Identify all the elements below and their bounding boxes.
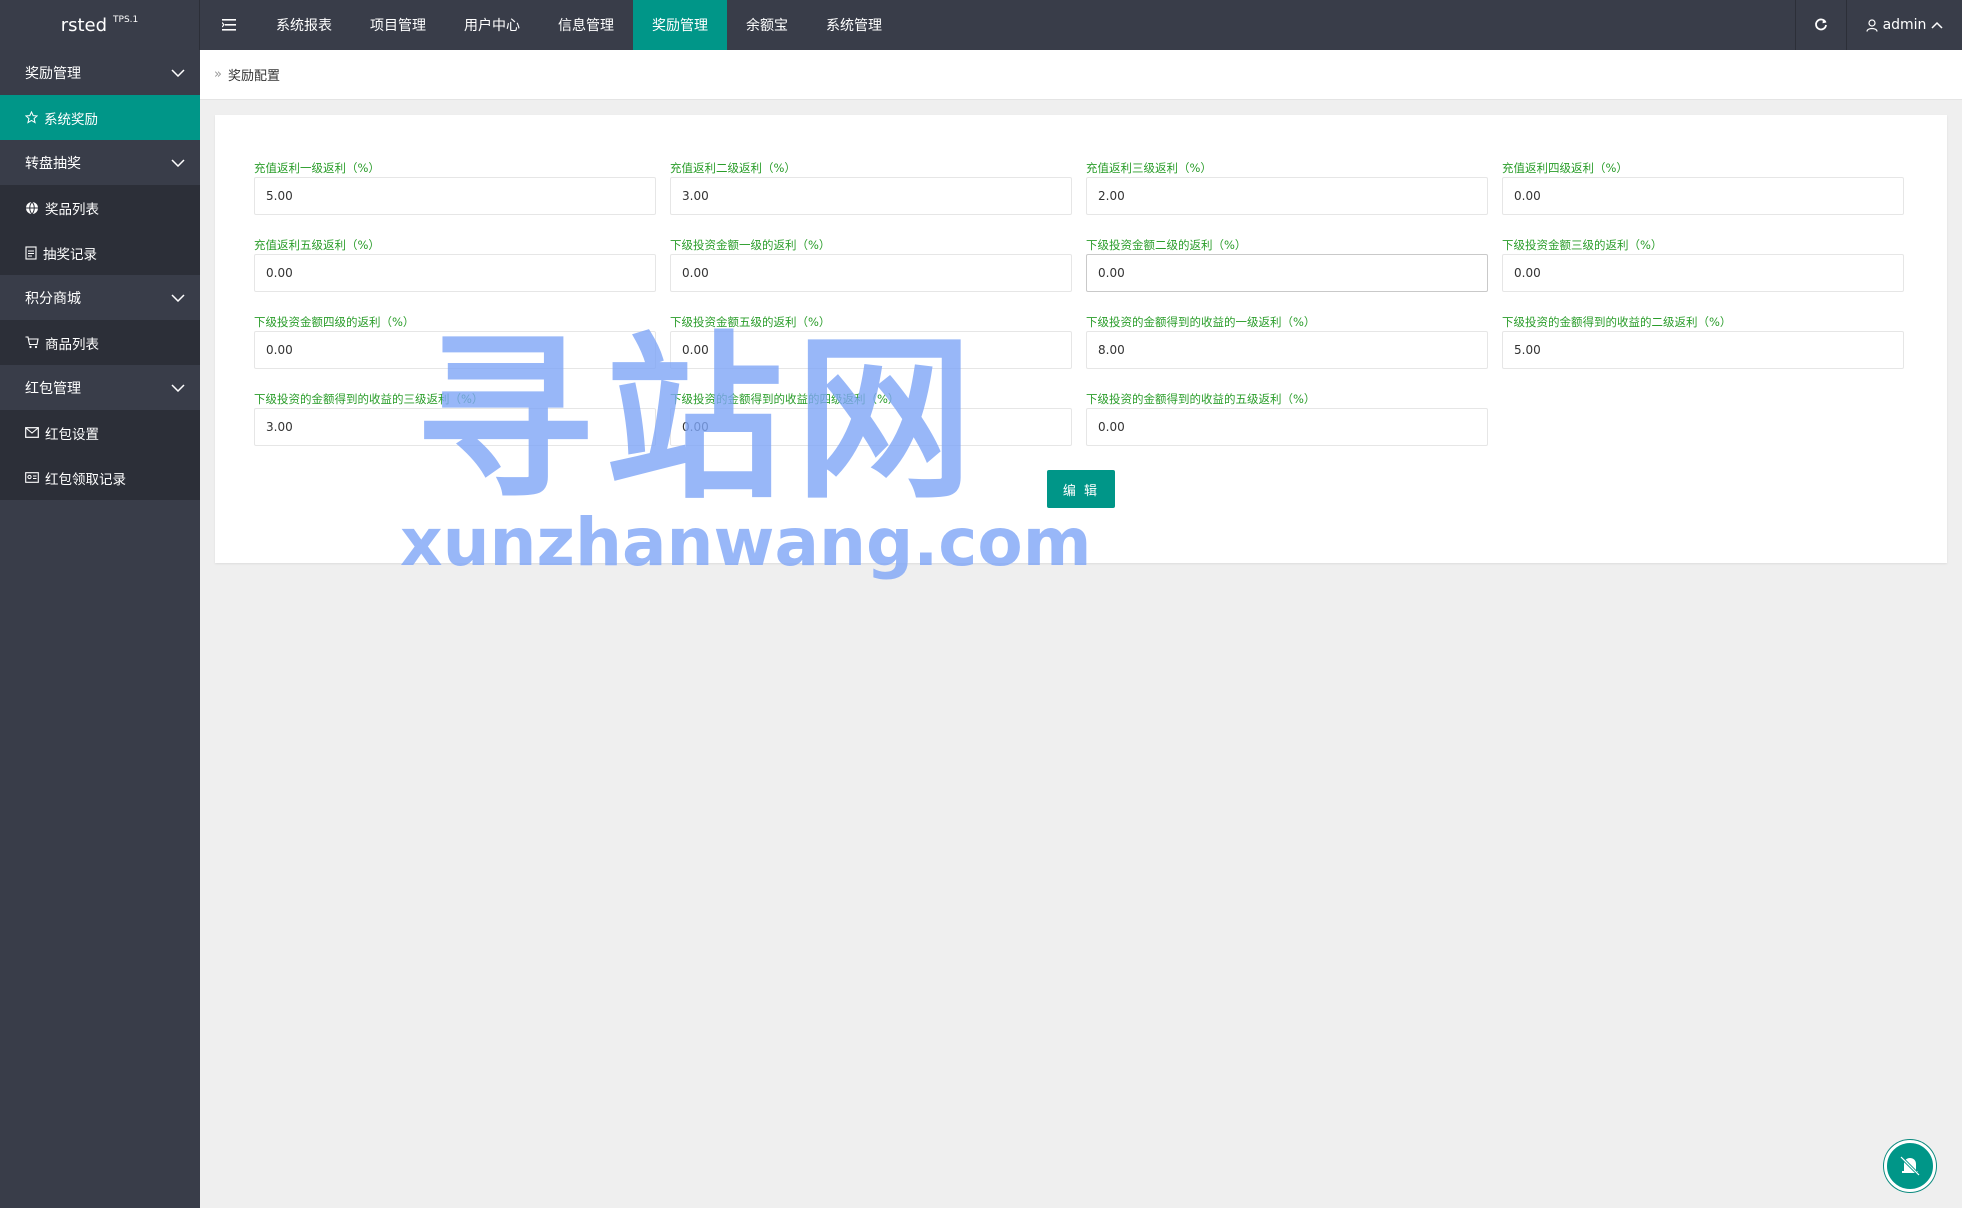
form-field: 下级投资的金额得到的收益的四级返利（%） (670, 390, 1072, 446)
field-label: 下级投资金额二级的返利（%） (1086, 238, 1247, 252)
form-field: 下级投资金额二级的返利（%） (1086, 236, 1488, 292)
income-level2-input[interactable] (1502, 331, 1904, 369)
floating-action-button[interactable] (1884, 1140, 1936, 1192)
income-level4-input[interactable] (670, 408, 1072, 446)
form-field: 充值返利四级返利（%） (1502, 159, 1904, 215)
nav-rewards[interactable]: 奖励管理 (633, 0, 727, 50)
sidebar-group-points-mall[interactable]: 积分商城 (0, 275, 200, 320)
chevron-down-icon (171, 158, 185, 167)
field-label: 充值返利三级返利（%） (1086, 161, 1212, 175)
form-field: 充值返利三级返利（%） (1086, 159, 1488, 215)
envelope-icon (25, 427, 39, 438)
invest-level1-input[interactable] (670, 254, 1072, 292)
reward-config-card: 充值返利一级返利（%） 充值返利二级返利（%） 充值返利三级返利（%） 充值返利… (215, 115, 1947, 563)
field-label: 下级投资的金额得到的收益的三级返利（%） (254, 392, 484, 406)
nav-reports[interactable]: 系统报表 (257, 0, 351, 50)
app-logo[interactable]: rsted TPS.1 (0, 0, 200, 50)
app-name: rsted (60, 14, 108, 36)
invest-level3-input[interactable] (1502, 254, 1904, 292)
app-version: TPS.1 (113, 15, 139, 25)
breadcrumb: » 奖励配置 (200, 50, 1962, 100)
chevron-down-icon (171, 383, 185, 392)
form-field: 充值返利五级返利（%） (254, 236, 656, 292)
form-field: 下级投资金额四级的返利（%） (254, 313, 656, 369)
sidebar-item-redpacket-settings[interactable]: 红包设置 (0, 410, 200, 455)
hamburger-icon (221, 19, 236, 31)
recharge-level2-input[interactable] (670, 177, 1072, 215)
sidebar-item-lottery-records[interactable]: 抽奖记录 (0, 230, 200, 275)
chevron-down-icon (171, 293, 185, 302)
double-chevron-right-icon: » (214, 67, 222, 82)
recharge-level5-input[interactable] (254, 254, 656, 292)
id-card-icon (25, 472, 39, 483)
user-icon (1865, 18, 1878, 32)
top-nav: 系统报表 项目管理 用户中心 信息管理 奖励管理 余额宝 系统管理 (257, 0, 901, 50)
form-field: 下级投资的金额得到的收益的三级返利（%） (254, 390, 656, 446)
recharge-level4-input[interactable] (1502, 177, 1904, 215)
form-field: 充值返利一级返利（%） (254, 159, 656, 215)
field-label: 下级投资的金额得到的收益的一级返利（%） (1086, 315, 1316, 329)
field-label: 下级投资金额一级的返利（%） (670, 238, 831, 252)
invest-level2-input[interactable] (1086, 254, 1488, 292)
field-label: 充值返利一级返利（%） (254, 161, 380, 175)
sidebar-item-redpacket-records[interactable]: 红包领取记录 (0, 455, 200, 500)
field-label: 下级投资金额四级的返利（%） (254, 315, 415, 329)
form-field: 充值返利二级返利（%） (670, 159, 1072, 215)
form-field: 下级投资金额一级的返利（%） (670, 236, 1072, 292)
sidebar-item-prize-list[interactable]: 奖品列表 (0, 185, 200, 230)
form-field: 下级投资的金额得到的收益的二级返利（%） (1502, 313, 1904, 369)
nav-users[interactable]: 用户中心 (445, 0, 539, 50)
sidebar-group-rewards[interactable]: 奖励管理 (0, 50, 200, 95)
invest-level5-input[interactable] (670, 331, 1072, 369)
nav-projects[interactable]: 项目管理 (351, 0, 445, 50)
form-field: 下级投资金额三级的返利（%） (1502, 236, 1904, 292)
field-label: 充值返利二级返利（%） (670, 161, 796, 175)
sidebar-item-product-list[interactable]: 商品列表 (0, 320, 200, 365)
field-label: 下级投资的金额得到的收益的二级返利（%） (1502, 315, 1732, 329)
chevron-down-icon (171, 68, 185, 77)
bell-off-icon (1899, 1155, 1921, 1177)
income-level1-input[interactable] (1086, 331, 1488, 369)
form-field: 下级投资的金额得到的收益的一级返利（%） (1086, 313, 1488, 369)
field-label: 下级投资的金额得到的收益的五级返利（%） (1086, 392, 1316, 406)
menu-toggle-button[interactable] (200, 0, 257, 50)
top-navbar: rsted TPS.1 系统报表 项目管理 用户中心 信息管理 奖励管理 余额宝 … (0, 0, 1962, 50)
recharge-level1-input[interactable] (254, 177, 656, 215)
income-level3-input[interactable] (254, 408, 656, 446)
refresh-button[interactable] (1795, 0, 1847, 50)
globe-icon (26, 201, 38, 215)
breadcrumb-current[interactable]: 奖励配置 (228, 65, 280, 84)
recharge-level3-input[interactable] (1086, 177, 1488, 215)
field-label: 下级投资金额五级的返利（%） (670, 315, 831, 329)
form-field: 下级投资金额五级的返利（%） (670, 313, 1072, 369)
user-menu[interactable]: admin (1847, 0, 1962, 50)
invest-level4-input[interactable] (254, 331, 656, 369)
nav-system[interactable]: 系统管理 (807, 0, 901, 50)
field-label: 充值返利五级返利（%） (254, 238, 380, 252)
sidebar-group-redpacket[interactable]: 红包管理 (0, 365, 200, 410)
income-level5-input[interactable] (1086, 408, 1488, 446)
nav-yuebao[interactable]: 余额宝 (727, 0, 807, 50)
edit-button[interactable]: 编 辑 (1047, 470, 1115, 508)
document-icon (25, 245, 37, 260)
field-label: 下级投资金额三级的返利（%） (1502, 238, 1663, 252)
nav-info[interactable]: 信息管理 (539, 0, 633, 50)
sidebar: 奖励管理 系统奖励 转盘抽奖 奖品列表 抽奖记录 积分商城 商品列表 红包管理 … (0, 50, 200, 1208)
username: admin (1882, 17, 1927, 33)
sidebar-item-system-reward[interactable]: 系统奖励 (0, 95, 200, 140)
star-icon (25, 111, 38, 124)
field-label: 充值返利四级返利（%） (1502, 161, 1628, 175)
sidebar-group-lottery[interactable]: 转盘抽奖 (0, 140, 200, 185)
field-label: 下级投资的金额得到的收益的四级返利（%） (670, 392, 900, 406)
form-field: 下级投资的金额得到的收益的五级返利（%） (1086, 390, 1488, 446)
cart-icon (25, 336, 39, 349)
refresh-icon (1815, 18, 1827, 31)
chevron-up-icon (1931, 21, 1943, 29)
